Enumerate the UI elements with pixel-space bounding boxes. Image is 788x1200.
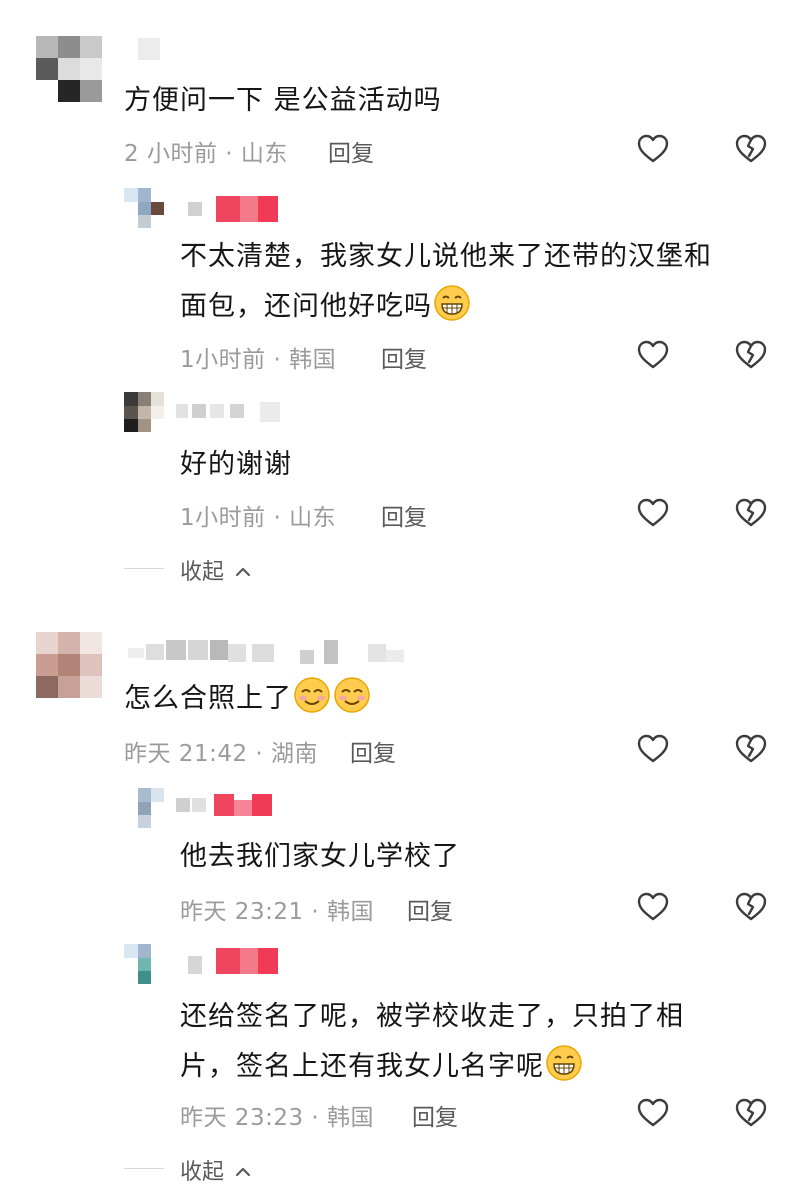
broken-heart-icon[interactable]	[734, 338, 768, 372]
username-redacted[interactable]	[176, 400, 286, 426]
collapse-replies-button[interactable]: 收起	[180, 554, 251, 586]
reply-text-line2: 面包，还问他好吃吗	[180, 284, 472, 336]
chevron-up-icon	[235, 1158, 251, 1183]
reply-text: 好的谢谢	[180, 449, 292, 480]
collapse-replies-button[interactable]: 收起	[180, 1154, 251, 1186]
smiling-face-emoji	[294, 677, 330, 728]
comment-meta: 2 小时前 · 山东	[124, 141, 288, 167]
username-redacted[interactable]	[128, 640, 408, 668]
username-redacted[interactable]	[188, 196, 278, 226]
comment-text-body: 怎么合照上了	[124, 683, 292, 714]
broken-heart-icon[interactable]	[734, 496, 768, 530]
reply-text: 面包，还问他好吃吗	[180, 291, 432, 322]
heart-outline-icon[interactable]	[636, 338, 670, 372]
reply-meta: 1小时前 · 韩国	[180, 347, 337, 373]
username-redacted[interactable]	[138, 38, 160, 60]
comment-text: 怎么合照上了	[124, 676, 372, 728]
heart-outline-icon[interactable]	[636, 1096, 670, 1130]
username-redacted[interactable]	[176, 794, 278, 820]
grinning-face-emoji	[546, 1045, 582, 1096]
avatar[interactable]	[124, 188, 164, 228]
broken-heart-icon[interactable]	[734, 132, 768, 166]
reply-button[interactable]: 回复	[328, 134, 374, 168]
avatar[interactable]	[124, 788, 164, 828]
username-redacted[interactable]	[188, 948, 278, 978]
heart-outline-icon[interactable]	[636, 890, 670, 924]
avatar[interactable]	[36, 632, 102, 698]
collapse-label: 收起	[180, 560, 225, 585]
reply-meta: 1小时前 · 山东	[180, 505, 337, 531]
comment-meta: 昨天 21:42 · 湖南	[124, 741, 319, 767]
reply-meta: 昨天 23:23 · 韩国	[180, 1105, 375, 1131]
reply-button[interactable]: 回复	[412, 1098, 458, 1132]
reply-text: 片，签名上还有我女儿名字呢	[180, 1051, 544, 1082]
reply-text-line1: 不太清楚，我家女儿说他来了还带的汉堡和	[180, 241, 712, 272]
reply-button[interactable]: 回复	[381, 340, 427, 374]
reply-text-line2: 片，签名上还有我女儿名字呢	[180, 1044, 584, 1096]
heart-outline-icon[interactable]	[636, 496, 670, 530]
heart-outline-icon[interactable]	[636, 132, 670, 166]
broken-heart-icon[interactable]	[734, 890, 768, 924]
broken-heart-icon[interactable]	[734, 732, 768, 766]
heart-outline-icon[interactable]	[636, 732, 670, 766]
reply-meta: 昨天 23:21 · 韩国	[180, 899, 375, 925]
reply-text: 他去我们家女儿学校了	[180, 841, 460, 872]
reply-button[interactable]: 回复	[350, 734, 396, 768]
avatar[interactable]	[124, 392, 164, 432]
smiling-face-emoji	[334, 677, 370, 728]
reply-text-line1: 还给签名了呢，被学校收走了，只拍了相	[180, 1001, 684, 1032]
divider	[124, 568, 164, 569]
divider	[124, 1168, 164, 1169]
chevron-up-icon	[235, 558, 251, 583]
comment-text: 方便问一下 是公益活动吗	[124, 85, 442, 116]
avatar[interactable]	[124, 944, 164, 984]
collapse-label: 收起	[180, 1160, 225, 1185]
avatar[interactable]	[36, 36, 102, 102]
broken-heart-icon[interactable]	[734, 1096, 768, 1130]
grinning-face-emoji	[434, 285, 470, 336]
reply-button[interactable]: 回复	[407, 892, 453, 926]
reply-button[interactable]: 回复	[381, 498, 427, 532]
